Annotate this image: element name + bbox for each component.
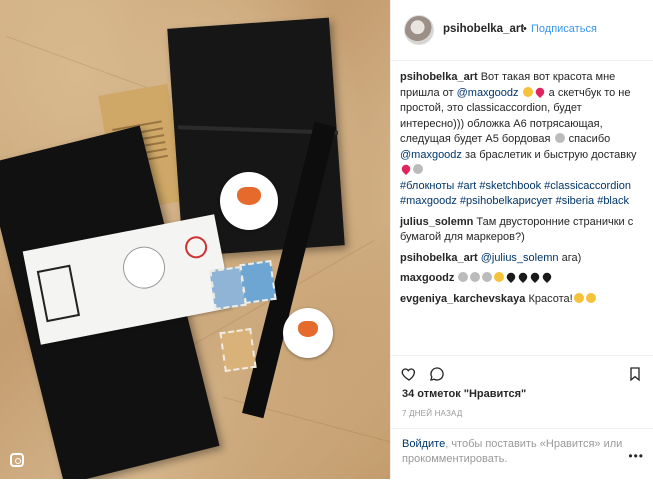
comment-mention[interactable]: @julius_solemn <box>481 252 559 264</box>
caption-mention[interactable]: @maxgoodz <box>457 87 519 99</box>
header-username[interactable]: psihobelka_art <box>443 23 524 35</box>
postage-stamp <box>219 327 257 373</box>
login-prompt-text: Войдите, чтобы поставить «Нравится» или … <box>402 437 642 467</box>
post-photo <box>0 0 390 479</box>
instagram-camera-icon <box>10 453 24 467</box>
comment-username[interactable]: psihobelka_art <box>400 252 478 264</box>
band-red-badge <box>183 234 210 261</box>
post-date[interactable]: 7 ДНЕЙ НАЗАД <box>402 409 462 418</box>
follow-button[interactable]: Подписаться <box>531 23 597 35</box>
postage-stamp <box>239 259 277 305</box>
fox-sticker-small <box>283 308 333 358</box>
smile-emoji-icon <box>554 133 565 143</box>
caption-username[interactable]: psihobelka_art <box>400 71 478 83</box>
caption-text-3: спасибо <box>565 133 611 145</box>
fox-sticker <box>220 172 278 230</box>
red-heart-emoji-icon <box>399 162 413 176</box>
smile-emoji-icon <box>458 272 469 282</box>
heart-eyes-emoji-icon <box>573 292 584 303</box>
red-heart-emoji-icon <box>533 85 546 98</box>
black-heart-emoji-icon <box>505 270 518 284</box>
comment-text: ага) <box>558 251 582 264</box>
comment-username[interactable]: evgeniya_karchevskaya <box>400 293 525 305</box>
speech-bubble-icon[interactable] <box>429 366 445 382</box>
comment-item: maxgoodz <box>400 270 646 287</box>
band-stamp-mark <box>36 264 81 323</box>
header-separator: • <box>523 23 527 35</box>
comment-text: Красота! <box>525 292 573 305</box>
heart-outline-icon[interactable] <box>401 366 417 382</box>
black-heart-emoji-icon <box>529 270 542 284</box>
more-options-icon[interactable]: ••• <box>628 449 644 463</box>
bookmark-icon[interactable] <box>627 366 643 382</box>
caption-hashtags[interactable]: #блокноты #art #sketchbook #classicaccor… <box>400 180 631 208</box>
comment-username[interactable]: maxgoodz <box>400 272 454 284</box>
smile-emoji-icon <box>413 164 423 174</box>
avatar[interactable] <box>404 15 434 45</box>
black-heart-emoji-icon <box>517 270 530 284</box>
login-link[interactable]: Войдите <box>402 438 445 450</box>
heart-eyes-emoji-icon <box>522 86 533 97</box>
comment-item: julius_solemn Там двусторонние странички… <box>400 215 646 246</box>
action-bar <box>391 355 653 386</box>
band-fox-logo <box>119 243 169 293</box>
post-side-panel: psihobelka_art • Подписаться psihobelka_… <box>390 0 653 479</box>
thumbs-up-emoji-icon <box>585 292 596 303</box>
login-prompt: Войдите, чтобы поставить «Нравится» или … <box>391 428 653 480</box>
black-heart-emoji-icon <box>541 270 554 284</box>
fox-emoji-icon <box>494 272 505 282</box>
smile-emoji-icon <box>482 272 493 282</box>
comment-username[interactable]: julius_solemn <box>400 216 473 228</box>
comments-list: psihobelka_art Вот такая вот красота мне… <box>399 70 646 312</box>
caption-text-4: за браслетик и быструю доставку <box>461 148 637 161</box>
caption-mention-2[interactable]: @maxgoodz <box>400 149 462 161</box>
comment-item: psihobelka_art @julius_solemn ага) <box>400 251 646 267</box>
caption: psihobelka_art Вот такая вот красота мне… <box>399 70 646 210</box>
likes-count[interactable]: 34 отметок "Нравится" <box>402 388 526 400</box>
comment-item: evgeniya_karchevskaya Красота! <box>400 292 646 308</box>
smile-emoji-icon <box>470 272 481 282</box>
post-header: psihobelka_art • Подписаться <box>391 0 653 61</box>
instagram-post-embed: psihobelka_art • Подписаться psihobelka_… <box>0 0 653 479</box>
